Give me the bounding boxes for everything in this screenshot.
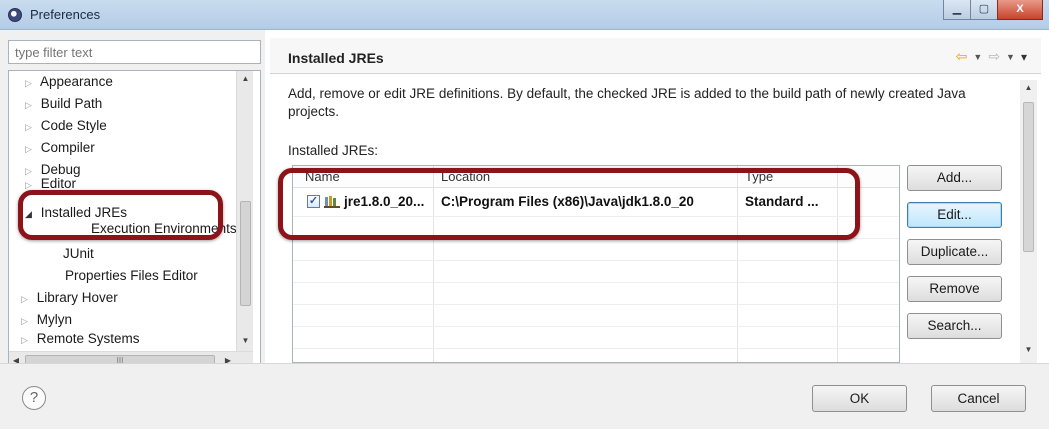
preferences-nav-panel: ▷ Appearance ▷ Build Path ▷ Code Style ▷… (0, 30, 265, 372)
filter-input[interactable] (8, 40, 261, 64)
tree-item-label: Remote Systems (36, 331, 140, 346)
tree-item-editor[interactable]: ▷ Editor (25, 177, 76, 191)
expand-arrow-icon[interactable]: ▷ (21, 288, 33, 310)
column-header-type[interactable]: Type (745, 169, 773, 184)
history-navigation: ⇦ ▼ ⇨ ▼ ▾ (956, 48, 1027, 65)
tree-item-properties-files-editor[interactable]: Properties Files Editor (65, 265, 198, 287)
title-bar: Preferences ▁ ▢ X (0, 0, 1049, 30)
jre-location-cell: C:\Program Files (x86)\Java\jdk1.8.0_20 (441, 194, 694, 209)
scroll-down-arrow-icon[interactable]: ▼ (1020, 342, 1037, 358)
tree-item-label: Mylyn (36, 312, 73, 327)
minimize-button[interactable]: ▁ (943, 0, 971, 20)
page-title: Installed JREs (288, 50, 384, 66)
row-divider (293, 282, 899, 283)
tree-item-label: Properties Files Editor (65, 268, 198, 283)
window-title: Preferences (30, 7, 101, 22)
tree-item-code-style[interactable]: ▷ Code Style (25, 115, 107, 137)
tree-item-junit[interactable]: JUnit (63, 243, 94, 265)
tree-item-compiler[interactable]: ▷ Compiler (25, 137, 95, 159)
duplicate-button[interactable]: Duplicate... (907, 239, 1002, 265)
expand-arrow-icon[interactable]: ▷ (25, 138, 37, 160)
column-header-name[interactable]: Name (305, 169, 340, 184)
scrollbar-thumb[interactable] (1023, 102, 1034, 252)
preference-page: Installed JREs ⇦ ▼ ⇨ ▼ ▾ Add, remove or … (270, 30, 1049, 363)
collapse-arrow-icon[interactable]: ◢ (25, 203, 37, 225)
row-divider (293, 216, 899, 217)
dialog-button-bar: ? OK Cancel (0, 363, 1049, 429)
tree-item-remote-systems[interactable]: ▷ Remote Systems (21, 329, 140, 349)
back-arrow-icon[interactable]: ⇦ (956, 48, 968, 65)
tree-item-label: JUnit (63, 246, 94, 261)
preferences-tree: ▷ Appearance ▷ Build Path ▷ Code Style ▷… (8, 70, 261, 372)
maximize-button[interactable]: ▢ (970, 0, 998, 20)
page-description: Add, remove or edit JRE definitions. By … (288, 86, 966, 119)
edit-button[interactable]: Edit... (907, 202, 1002, 228)
expand-arrow-icon[interactable]: ▷ (25, 72, 37, 94)
tree-item-label: Code Style (40, 118, 107, 133)
back-dropdown-icon[interactable]: ▼ (973, 52, 982, 62)
tree-item-label: Editor (40, 177, 77, 191)
tree-item-build-path[interactable]: ▷ Build Path (25, 93, 102, 115)
scroll-up-arrow-icon[interactable]: ▲ (237, 71, 254, 87)
tree-item-label: Build Path (40, 96, 103, 111)
eclipse-icon (8, 8, 22, 22)
jre-table: Name Location Type ✓ jre1.8.0_20... C:\P… (292, 165, 900, 363)
scroll-down-arrow-icon[interactable]: ▼ (237, 333, 254, 349)
scrollbar-thumb[interactable] (240, 201, 251, 306)
scroll-up-arrow-icon[interactable]: ▲ (1020, 80, 1037, 96)
column-header-location[interactable]: Location (441, 169, 490, 184)
forward-dropdown-icon[interactable]: ▼ (1006, 52, 1015, 62)
page-header: Installed JREs ⇦ ▼ ⇨ ▼ ▾ (270, 38, 1041, 74)
expand-arrow-icon[interactable]: ▷ (25, 94, 37, 116)
close-button[interactable]: X (997, 0, 1043, 20)
window-controls: ▁ ▢ X (943, 0, 1043, 20)
row-divider (293, 348, 899, 349)
ok-button[interactable]: OK (812, 385, 907, 412)
expand-arrow-icon[interactable]: ▷ (25, 178, 37, 191)
remove-button[interactable]: Remove (907, 276, 1002, 302)
help-icon[interactable]: ? (22, 386, 46, 410)
page-vertical-scrollbar[interactable]: ▲ ▼ (1020, 80, 1037, 363)
expand-arrow-icon[interactable]: ▷ (25, 116, 37, 138)
table-header: Name Location Type (293, 166, 899, 188)
tree-item-execution-environments[interactable]: Execution Environments (91, 221, 236, 237)
forward-arrow-icon[interactable]: ⇨ (988, 48, 1000, 65)
installed-jres-label: Installed JREs: (288, 143, 379, 158)
table-row[interactable]: ✓ jre1.8.0_20... C:\Program Files (x86)\… (293, 188, 899, 216)
row-divider (293, 238, 899, 239)
row-divider (293, 260, 899, 261)
search-button[interactable]: Search... (907, 313, 1002, 339)
add-button[interactable]: Add... (907, 165, 1002, 191)
jre-type-cell: Standard ... (745, 194, 819, 209)
jre-library-icon (324, 196, 340, 208)
tree-item-label: Library Hover (36, 290, 118, 305)
tree-item-label: Appearance (40, 74, 113, 89)
tree-item-label: Debug (40, 162, 81, 177)
tree-item-label: Execution Environments (91, 221, 236, 236)
row-divider (293, 304, 899, 305)
tree-item-mylyn[interactable]: ▷ Mylyn (21, 309, 72, 331)
expand-arrow-icon[interactable]: ▷ (21, 330, 33, 349)
tree-vertical-scrollbar[interactable]: ▲ ▼ (236, 71, 253, 351)
tree-item-label: Compiler (40, 140, 95, 155)
row-divider (293, 326, 899, 327)
tree-item-label: Installed JREs (40, 205, 128, 220)
tree-item-library-hover[interactable]: ▷ Library Hover (21, 287, 118, 309)
jre-checkbox[interactable]: ✓ (307, 195, 320, 208)
cancel-button[interactable]: Cancel (931, 385, 1026, 412)
tree-item-appearance[interactable]: ▷ Appearance (25, 71, 113, 93)
jre-name-cell: jre1.8.0_20... (344, 194, 425, 209)
view-menu-icon[interactable]: ▾ (1021, 50, 1027, 64)
